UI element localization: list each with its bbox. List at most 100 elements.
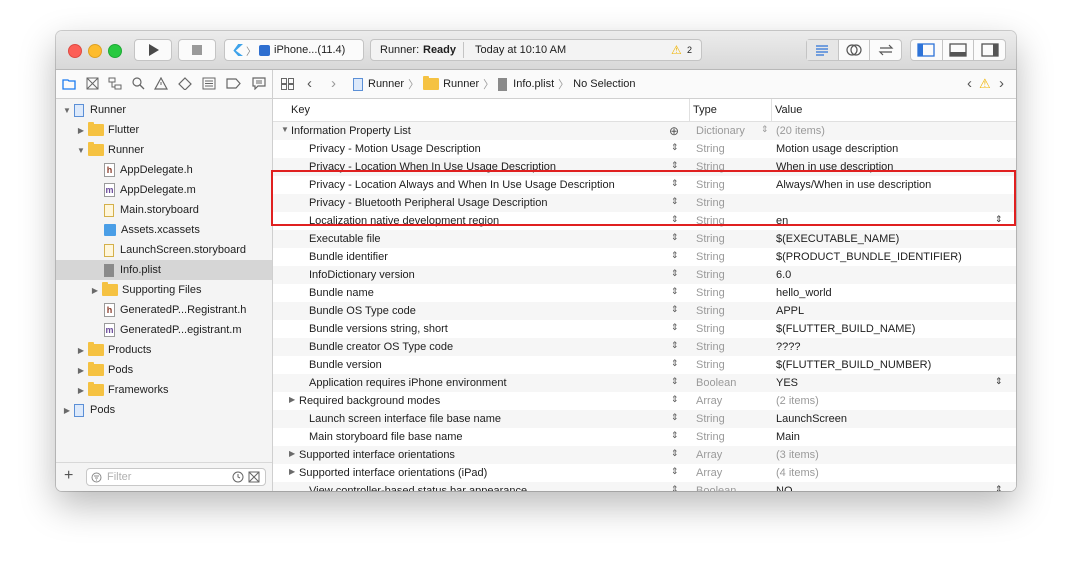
warning-count[interactable]: 2 bbox=[687, 45, 692, 55]
key-stepper-icon[interactable]: ⇕ bbox=[671, 376, 679, 387]
project-navigator-icon[interactable] bbox=[62, 77, 76, 90]
disclosure-closed-icon[interactable]: ▶ bbox=[76, 126, 86, 135]
key-stepper-icon[interactable]: ⇕ bbox=[671, 250, 679, 261]
row-value[interactable]: APPL bbox=[776, 305, 804, 317]
key-stepper-icon[interactable]: ⇕ bbox=[671, 232, 679, 243]
sidebar-item-registrant-h[interactable]: h GeneratedP...Registrant.h bbox=[56, 300, 272, 320]
row-type[interactable]: Boolean bbox=[696, 377, 736, 389]
plist-row[interactable]: Privacy - Motion Usage Description ⇕ Strin… bbox=[273, 140, 1016, 158]
row-type[interactable]: Array bbox=[696, 449, 722, 461]
debug-navigator-icon[interactable] bbox=[202, 77, 216, 90]
value-popup-icon[interactable]: ⇕ bbox=[995, 376, 1003, 387]
row-key[interactable]: View controller-based status bar appeara… bbox=[309, 485, 527, 491]
plist-row[interactable]: Bundle version ⇕ String $(FLUTTER_BUILD_NUM… bbox=[273, 356, 1016, 374]
plist-row[interactable]: ▶ Supported interface orientations (iPad)… bbox=[273, 464, 1016, 482]
sidebar-item-supporting-files[interactable]: ▶ Supporting Files bbox=[56, 280, 272, 300]
row-key[interactable]: Supported interface orientations (iPad) bbox=[299, 467, 487, 479]
row-type[interactable]: String bbox=[696, 143, 725, 155]
close-window-button[interactable] bbox=[68, 44, 82, 58]
plist-row[interactable]: Bundle name ⇕ String hello_world bbox=[273, 284, 1016, 302]
key-stepper-icon[interactable]: ⇕ bbox=[671, 430, 679, 441]
panel-toggle-control[interactable] bbox=[910, 39, 1006, 61]
run-button[interactable] bbox=[134, 39, 172, 61]
key-stepper-icon[interactable]: ⇕ bbox=[671, 286, 679, 297]
row-key[interactable]: Main storyboard file base name bbox=[309, 431, 462, 443]
key-stepper-icon[interactable]: ⇕ bbox=[671, 358, 679, 369]
row-key[interactable]: Bundle creator OS Type code bbox=[309, 341, 453, 353]
row-type[interactable]: String bbox=[696, 323, 725, 335]
breakpoint-navigator-icon[interactable] bbox=[226, 77, 241, 90]
plist-row[interactable]: InfoDictionary version ⇕ String 6.0 bbox=[273, 266, 1016, 284]
row-key[interactable]: Application requires iPhone environment bbox=[309, 377, 507, 389]
disclosure-closed-icon[interactable]: ▶ bbox=[289, 467, 295, 476]
sidebar-item-runner-project[interactable]: ▼ Runner bbox=[56, 100, 272, 120]
sidebar-item-launchscreen[interactable]: LaunchScreen.storyboard bbox=[56, 240, 272, 260]
row-key[interactable]: Executable file bbox=[309, 233, 381, 245]
column-type[interactable]: Type bbox=[693, 104, 717, 116]
column-key[interactable]: Key bbox=[291, 104, 310, 116]
row-key[interactable]: Bundle OS Type code bbox=[309, 305, 416, 317]
key-stepper-icon[interactable]: ⇕ bbox=[671, 340, 679, 351]
disclosure-closed-icon[interactable]: ▶ bbox=[62, 406, 72, 415]
row-type[interactable]: Dictionary bbox=[696, 125, 745, 137]
row-value[interactable]: (2 items) bbox=[776, 395, 819, 407]
plist-row[interactable]: ▶ Supported interface orientations ⇕ Array (… bbox=[273, 446, 1016, 464]
row-key[interactable]: Bundle version bbox=[309, 359, 382, 371]
assistant-editor-button[interactable] bbox=[839, 40, 871, 60]
sidebar-item-registrant-m[interactable]: m GeneratedP...egistrant.m bbox=[56, 320, 272, 340]
test-navigator-icon[interactable] bbox=[178, 77, 192, 90]
sidebar-item-runner-group[interactable]: ▼ Runner bbox=[56, 140, 272, 160]
stop-button[interactable] bbox=[178, 39, 216, 61]
modified-files-icon[interactable] bbox=[248, 471, 260, 483]
row-key[interactable]: Supported interface orientations bbox=[299, 449, 455, 461]
add-icon[interactable]: + bbox=[64, 467, 73, 485]
sidebar-item-pods-project[interactable]: ▶ Pods bbox=[56, 400, 272, 420]
row-value[interactable]: $(FLUTTER_BUILD_NUMBER) bbox=[776, 359, 931, 371]
key-stepper-icon[interactable]: ⇕ bbox=[671, 304, 679, 315]
row-key[interactable]: Bundle identifier bbox=[309, 251, 388, 263]
next-issue-button[interactable]: › bbox=[999, 75, 1004, 92]
row-type[interactable]: String bbox=[696, 341, 725, 353]
breadcrumb-selection[interactable]: No Selection bbox=[573, 78, 635, 90]
forward-button[interactable]: › bbox=[331, 75, 336, 92]
row-value[interactable]: YES bbox=[776, 377, 798, 389]
report-navigator-icon[interactable] bbox=[252, 77, 266, 90]
column-value[interactable]: Value bbox=[775, 104, 802, 116]
sidebar-item-main-storyboard[interactable]: Main.storyboard bbox=[56, 200, 272, 220]
issue-navigator-icon[interactable] bbox=[154, 77, 168, 90]
find-navigator-icon[interactable] bbox=[132, 77, 145, 90]
row-type[interactable]: String bbox=[696, 305, 725, 317]
plist-row[interactable]: Executable file ⇕ String $(EXECUTABLE_NAME) bbox=[273, 230, 1016, 248]
add-item-icon[interactable]: ⊕ bbox=[669, 124, 679, 138]
row-value[interactable]: ???? bbox=[776, 341, 800, 353]
row-type[interactable]: String bbox=[696, 233, 725, 245]
warning-icon[interactable]: ⚠ bbox=[671, 43, 682, 57]
symbol-navigator-icon[interactable] bbox=[108, 77, 122, 90]
row-value[interactable]: NO bbox=[776, 485, 793, 491]
row-key[interactable]: Bundle versions string, short bbox=[309, 323, 448, 335]
key-stepper-icon[interactable]: ⇕ bbox=[671, 448, 679, 459]
standard-editor-button[interactable] bbox=[807, 40, 839, 60]
row-type[interactable]: Array bbox=[696, 395, 722, 407]
sidebar-item-assets[interactable]: Assets.xcassets bbox=[56, 220, 272, 240]
value-popup-icon[interactable]: ⇕ bbox=[995, 484, 1003, 491]
disclosure-closed-icon[interactable]: ▶ bbox=[90, 286, 100, 295]
plist-row[interactable]: Bundle creator OS Type code ⇕ String???? bbox=[273, 338, 1016, 356]
row-type[interactable]: String bbox=[696, 287, 725, 299]
disclosure-closed-icon[interactable]: ▶ bbox=[76, 346, 86, 355]
disclosure-closed-icon[interactable]: ▶ bbox=[76, 386, 86, 395]
row-value[interactable]: hello_world bbox=[776, 287, 832, 299]
disclosure-closed-icon[interactable]: ▶ bbox=[289, 449, 295, 458]
breadcrumb-file[interactable]: Info.plist bbox=[513, 78, 554, 90]
row-value[interactable]: Motion usage description bbox=[776, 143, 898, 155]
navigator-toggle-button[interactable] bbox=[911, 40, 943, 60]
plist-row[interactable]: View controller-based status bar appeara… bbox=[273, 482, 1016, 491]
zoom-window-button[interactable] bbox=[108, 44, 122, 58]
plist-row[interactable]: ▶ Required background modes ⇕ Array (2 items… bbox=[273, 392, 1016, 410]
breadcrumb-project[interactable]: Runner bbox=[368, 78, 404, 90]
scheme-selector[interactable]: 〉 iPhone...(11.4) bbox=[224, 39, 364, 61]
sidebar-item-info-plist[interactable]: Info.plist bbox=[56, 260, 272, 280]
plist-row[interactable]: Bundle OS Type code ⇕ String APPL bbox=[273, 302, 1016, 320]
row-key[interactable]: Bundle name bbox=[309, 287, 374, 299]
row-type[interactable]: String bbox=[696, 269, 725, 281]
